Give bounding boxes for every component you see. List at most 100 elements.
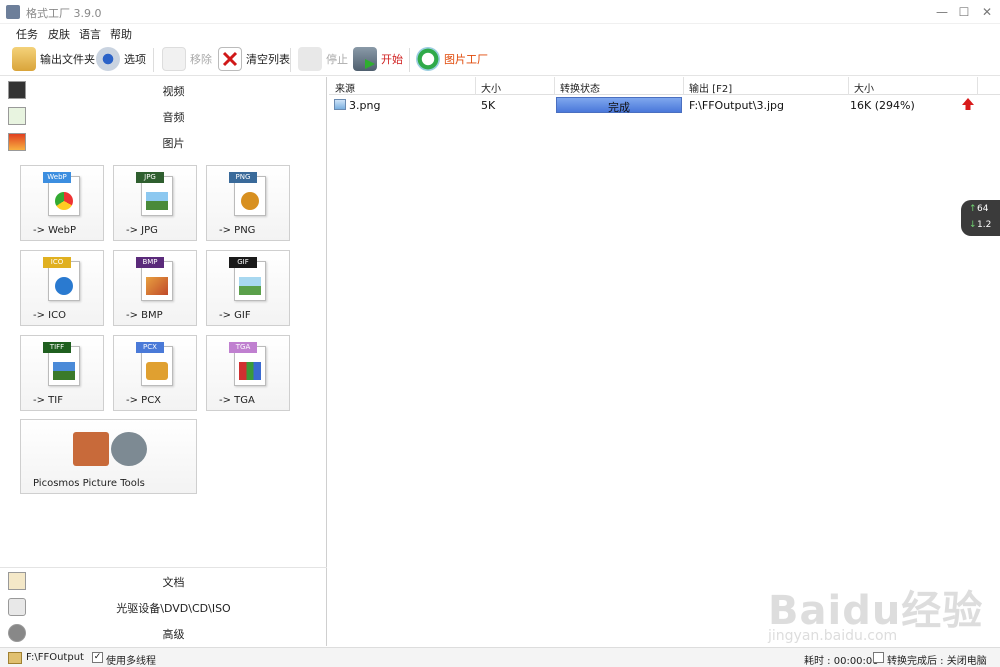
- info-icon: [55, 277, 73, 295]
- close-button[interactable]: ✕: [975, 3, 999, 21]
- options-button[interactable]: 选项: [96, 45, 146, 73]
- shapes-icon: [239, 362, 261, 380]
- tile-label: -> PNG: [219, 225, 256, 236]
- tile-png[interactable]: PNG -> PNG: [206, 165, 290, 241]
- maximize-button[interactable]: ☐: [952, 3, 976, 21]
- status-bar: F:\FFOutput ✓ 使用多线程 耗时 : 00:00:00 转换完成后 …: [0, 647, 1000, 667]
- minimize-button[interactable]: —: [930, 3, 954, 21]
- menu-task[interactable]: 任务: [16, 26, 38, 42]
- list-header: 来源 大小 转换状态 输出 [F2] 大小: [329, 77, 1000, 95]
- tile-pcx[interactable]: PCX -> PCX: [113, 335, 197, 411]
- column-divider[interactable]: [683, 77, 684, 95]
- column-divider[interactable]: [554, 77, 555, 95]
- category-picture[interactable]: 图片: [0, 129, 327, 155]
- tile-tag: TGA: [229, 342, 257, 353]
- clear-list-button[interactable]: 清空列表: [218, 45, 290, 73]
- pcx-icon: [146, 362, 168, 380]
- tile-tag: TIFF: [43, 342, 71, 353]
- row-output: F:\FFOutput\3.jpg: [689, 99, 784, 112]
- gear-icon: [111, 432, 147, 466]
- tile-picosmos[interactable]: Picosmos Picture Tools: [20, 419, 197, 494]
- elapsed-time: 耗时 : 00:00:00: [804, 656, 879, 667]
- title-bar: 格式工厂 3.9.0 — ☐ ✕: [0, 0, 1000, 24]
- landscape-icon: [146, 192, 168, 210]
- menu-bar: 任务 皮肤 语言 帮助: [0, 24, 1000, 42]
- tile-label: -> ICO: [33, 310, 66, 321]
- picture-factory-label: 图片工厂: [444, 53, 488, 66]
- start-button[interactable]: 开始: [353, 45, 403, 73]
- chrome-icon: [55, 192, 73, 210]
- play-icon: [353, 47, 377, 71]
- output-path: F:\FFOutput: [26, 652, 84, 663]
- clear-list-icon: [218, 47, 242, 71]
- output-folder-button[interactable]: 输出文件夹: [12, 45, 95, 73]
- category-document[interactable]: 文档: [0, 568, 327, 594]
- col-output[interactable]: 输出 [F2]: [689, 80, 732, 95]
- tile-tif[interactable]: TIFF -> TIF: [20, 335, 104, 411]
- tile-tag: BMP: [136, 257, 164, 268]
- tile-ico[interactable]: ICO -> ICO: [20, 250, 104, 326]
- tile-tag: ICO: [43, 257, 71, 268]
- stop-button[interactable]: 停止: [298, 45, 348, 73]
- app-icon: [6, 5, 20, 19]
- category-advanced[interactable]: 高级: [0, 620, 327, 646]
- col-source[interactable]: 来源: [335, 80, 355, 95]
- category-video[interactable]: 视频: [0, 77, 327, 103]
- flower-icon: [241, 192, 259, 210]
- download-arrow-icon: ↓: [969, 220, 977, 230]
- network-speed-widget: ↑64 ↓1.2: [961, 200, 1000, 236]
- menu-help[interactable]: 帮助: [110, 26, 132, 42]
- category-document-label: 文档: [162, 576, 185, 589]
- gear-icon: [96, 47, 120, 71]
- tile-bmp[interactable]: BMP -> BMP: [113, 250, 197, 326]
- column-divider[interactable]: [475, 77, 476, 95]
- tile-webp[interactable]: WebP -> WebP: [20, 165, 104, 241]
- tile-jpg[interactable]: JPG -> JPG: [113, 165, 197, 241]
- upload-arrow-icon: ↑: [969, 204, 977, 214]
- category-optical-label: 光驱设备\DVD\CD\ISO: [116, 602, 231, 615]
- category-audio[interactable]: 音频: [0, 103, 327, 129]
- toolbar-separator: [409, 48, 410, 72]
- tile-tag: GIF: [229, 257, 257, 268]
- bottom-categories: 文档 光驱设备\DVD\CD\ISO 高级: [0, 567, 327, 647]
- menu-skin[interactable]: 皮肤: [48, 26, 70, 42]
- tile-tga[interactable]: TGA -> TGA: [206, 335, 290, 411]
- category-video-label: 视频: [162, 85, 185, 98]
- row-output-size: 16K (294%): [850, 99, 915, 112]
- tile-tag: PNG: [229, 172, 257, 183]
- table-row[interactable]: 3.png 5K 完成 F:\FFOutput\3.jpg 16K (294%): [329, 96, 1000, 114]
- tile-label: Picosmos Picture Tools: [33, 478, 145, 489]
- category-pane: 视频 音频 图片 WebP -> WebP JPG -> JPG PNG -> …: [0, 77, 327, 646]
- tile-gif[interactable]: GIF -> GIF: [206, 250, 290, 326]
- category-advanced-label: 高级: [162, 628, 185, 641]
- tile-label: -> BMP: [126, 310, 163, 321]
- photos-icon: [73, 432, 109, 466]
- magnifier-icon: [416, 47, 440, 71]
- landscape-icon: [239, 277, 261, 295]
- remove-button[interactable]: 移除: [162, 45, 212, 73]
- toolbar-separator: [290, 48, 291, 72]
- menu-language[interactable]: 语言: [79, 26, 101, 42]
- col-size[interactable]: 大小: [481, 80, 501, 95]
- landscape-icon: [53, 362, 75, 380]
- category-picture-label: 图片: [162, 137, 185, 150]
- tile-label: -> WebP: [33, 225, 76, 236]
- stop-icon: [298, 47, 322, 71]
- column-divider[interactable]: [848, 77, 849, 95]
- after-conversion-checkbox[interactable]: [873, 652, 884, 663]
- toolbar: 输出文件夹 选项 移除 清空列表 停止 开始 图片工厂: [0, 42, 1000, 76]
- picture-factory-button[interactable]: 图片工厂: [416, 45, 488, 73]
- download-speed: 1.2: [977, 220, 992, 230]
- upload-speed: 64: [977, 204, 989, 214]
- task-list: 来源 大小 转换状态 输出 [F2] 大小 3.png 5K 完成 F:\FFO…: [329, 77, 1000, 646]
- multithread-checkbox[interactable]: ✓: [92, 652, 103, 663]
- output-folder-label: 输出文件夹: [40, 53, 95, 66]
- tile-label: -> GIF: [219, 310, 251, 321]
- row-size: 5K: [481, 99, 496, 112]
- col-status[interactable]: 转换状态: [560, 80, 600, 95]
- category-optical[interactable]: 光驱设备\DVD\CD\ISO: [0, 594, 327, 620]
- col-output-size[interactable]: 大小: [854, 80, 874, 95]
- tile-tag: JPG: [136, 172, 164, 183]
- folder-icon[interactable]: [8, 652, 22, 664]
- column-divider[interactable]: [977, 77, 978, 95]
